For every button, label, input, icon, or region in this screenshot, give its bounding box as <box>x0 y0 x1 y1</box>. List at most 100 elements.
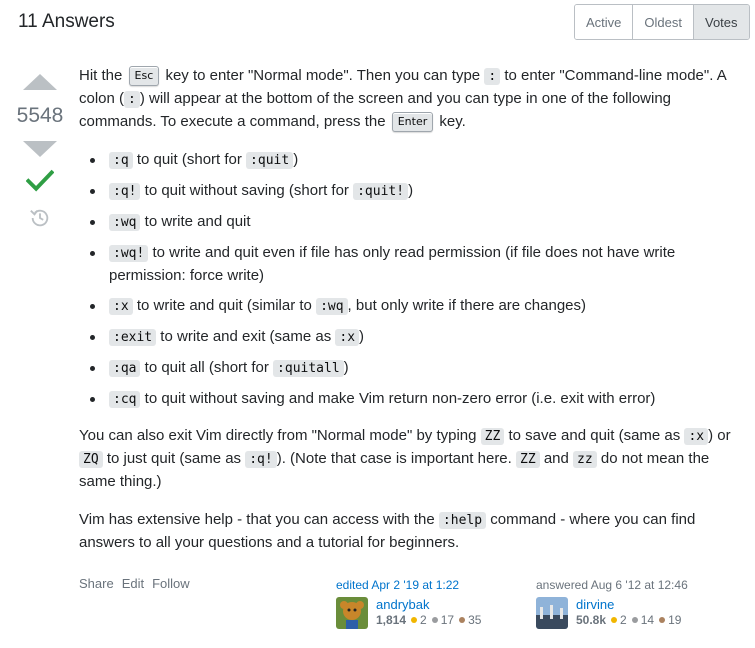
inline-code: :q! <box>109 183 141 200</box>
list-item: :exit to write and exit (same as :x) <box>90 326 739 349</box>
inline-code: ZQ <box>79 451 103 468</box>
inline-code: :quit <box>246 152 294 169</box>
vote-count: 5548 <box>16 104 64 127</box>
gold-badge-count: 2 <box>611 613 627 627</box>
gold-badge-count: 2 <box>411 613 427 627</box>
inline-code: :x <box>335 329 360 346</box>
list-item: :cq to quit without saving and make Vim … <box>90 388 739 411</box>
inline-code: :wq! <box>109 245 149 262</box>
badge-count: 14 <box>640 613 655 627</box>
sort-active-button[interactable]: Active <box>575 5 633 39</box>
exit-paragraph: You can also exit Vim directly from "Nor… <box>79 425 739 493</box>
inline-code: :quit! <box>353 183 409 200</box>
edited-timestamp-link[interactable]: edited Apr 2 '19 at 1:22 <box>336 578 481 592</box>
item-text: to quit without saving and make Vim retu… <box>140 390 656 407</box>
avatar[interactable] <box>536 597 568 629</box>
item-text: ) <box>293 151 299 168</box>
item-text: to write and quit even if file has only … <box>109 244 676 284</box>
answers-count-heading: 11 Answers <box>18 11 115 32</box>
item-text: to write and quit (similar to <box>132 297 317 314</box>
author-signature: answered Aug 6 '12 at 12:46 dirvine 50.8… <box>536 578 688 629</box>
sort-votes-button[interactable]: Votes <box>692 5 749 39</box>
commands-list: :q to quit (short for :quit) :q! to quit… <box>90 149 739 411</box>
inline-code: :cq <box>109 391 141 408</box>
badge-count: 35 <box>468 613 482 627</box>
answer-sort-tabs: Active Oldest Votes <box>574 4 750 40</box>
intro-paragraph: Hit the Esc key to enter "Normal mode". … <box>79 65 739 133</box>
para-text: to just quit (same as <box>106 450 242 467</box>
intro-text: ) will appear at the bottom of the scree… <box>79 90 672 130</box>
silver-badge-icon <box>431 617 438 623</box>
list-item: :wq to write and quit <box>90 211 739 234</box>
inline-code: :qa <box>109 360 141 377</box>
answered-timestamp: answered Aug 6 '12 at 12:46 <box>536 578 688 592</box>
checkmark-icon <box>26 169 54 192</box>
inline-code: ZZ <box>480 428 505 445</box>
list-item: :qa to quit all (short for :quitall) <box>90 357 739 380</box>
badge-count: 2 <box>620 613 627 627</box>
upvote-arrow-icon[interactable] <box>23 74 57 90</box>
para-text: ). (Note that case is important here. <box>276 450 512 467</box>
bronze-badge-icon <box>659 617 666 623</box>
inline-code: : <box>124 91 140 108</box>
inline-code: :q <box>109 152 133 169</box>
item-text: to quit (short for <box>132 151 247 168</box>
para-text: You can also exit Vim directly from "Nor… <box>79 427 477 444</box>
inline-code: :wq <box>109 214 141 231</box>
gold-badge-icon <box>411 617 418 623</box>
inline-code: :x <box>109 298 133 315</box>
intro-text: Hit the <box>79 67 123 84</box>
gold-badge-icon <box>611 617 618 623</box>
bronze-badge-count: 19 <box>659 613 681 627</box>
downvote-arrow-icon[interactable] <box>23 141 57 157</box>
inline-code: : <box>484 68 501 85</box>
item-text: to write and quit <box>140 213 251 230</box>
intro-text: key to enter "Normal mode". Then you can… <box>165 67 481 84</box>
bronze-badge-count: 35 <box>459 613 481 627</box>
silver-badge-count: 14 <box>631 613 655 627</box>
esc-key: Esc <box>128 66 160 86</box>
edit-link[interactable]: Edit <box>122 576 144 591</box>
inline-code: zz <box>573 451 597 468</box>
para-text: to save and quit (same as <box>508 427 681 444</box>
help-paragraph: Vim has extensive help - that you can ac… <box>79 509 739 554</box>
history-icon[interactable] <box>29 207 51 229</box>
list-item: :wq! to write and quit even if file has … <box>90 242 739 287</box>
silver-badge-icon <box>631 617 638 623</box>
answer-body: Hit the Esc key to enter "Normal mode". … <box>79 65 739 570</box>
list-item: :x to write and quit (similar to :wq, bu… <box>90 295 739 318</box>
sort-oldest-button[interactable]: Oldest <box>632 5 693 39</box>
vote-cell: 5548 <box>14 70 66 229</box>
item-text: ) <box>359 328 365 345</box>
bronze-badge-icon <box>459 617 466 623</box>
item-text: ) <box>408 182 414 199</box>
badge-count: 2 <box>420 613 427 627</box>
avatar[interactable] <box>336 597 368 629</box>
list-item: :q to quit (short for :quit) <box>90 149 739 172</box>
item-text: ) <box>343 359 349 376</box>
author-name-link[interactable]: dirvine <box>576 597 681 612</box>
post-menu: Share Edit Follow <box>79 576 190 591</box>
badge-count: 19 <box>668 613 682 627</box>
para-text: ) or <box>708 427 731 444</box>
item-text: to quit all (short for <box>140 359 274 376</box>
share-link[interactable]: Share <box>79 576 114 591</box>
item-text: to quit without saving (short for <box>140 182 354 199</box>
editor-signature: edited Apr 2 '19 at 1:22 andrybak 1,814 … <box>336 578 481 629</box>
enter-key: Enter <box>391 112 434 132</box>
inline-code: :wq <box>316 298 348 315</box>
item-text: to write and exit (same as <box>156 328 336 345</box>
list-item: :q! to quit without saving (short for :q… <box>90 180 739 203</box>
silver-badge-count: 17 <box>431 613 455 627</box>
reputation-score: 1,814 <box>376 613 407 627</box>
reputation-score: 50.8k <box>576 613 607 627</box>
inline-code: :quitall <box>273 360 344 377</box>
inline-code: :exit <box>109 329 157 346</box>
inline-code: :help <box>438 512 487 529</box>
badge-count: 17 <box>440 613 455 627</box>
follow-link[interactable]: Follow <box>152 576 190 591</box>
item-text: , but only write if there are changes) <box>347 297 587 314</box>
para-text: and <box>543 450 569 467</box>
editor-name-link[interactable]: andrybak <box>376 597 481 612</box>
inline-code: :x <box>684 428 709 445</box>
